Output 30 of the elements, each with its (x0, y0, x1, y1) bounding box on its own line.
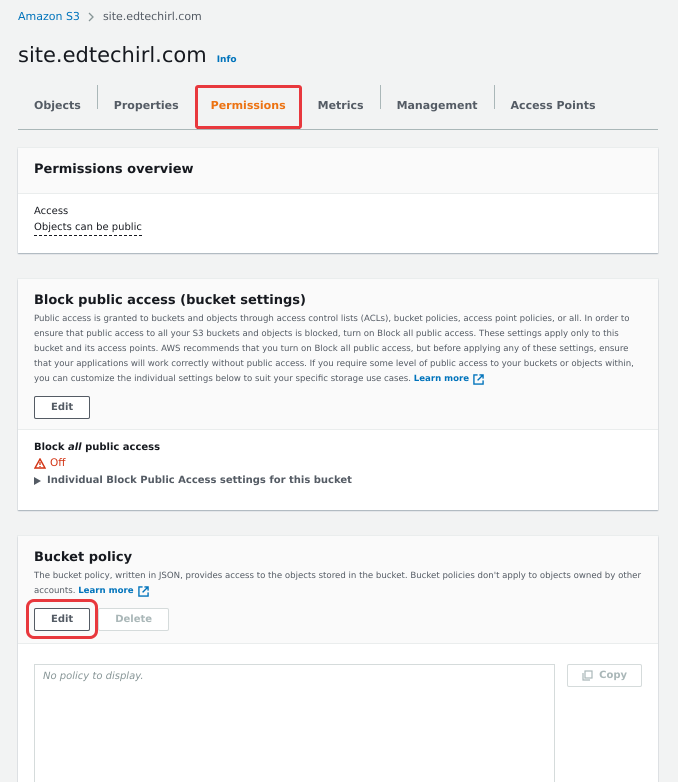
settings-expander[interactable]: Individual Block Public Access settings for this bucket (34, 475, 352, 486)
edit-button[interactable]: Edit (34, 396, 90, 419)
status-text: Off (34, 457, 642, 469)
tab[interactable]: Properties (100, 85, 193, 129)
access-value: Objects can be public (34, 222, 142, 236)
learn-more-link[interactable]: Learn more (78, 584, 149, 599)
card-description: The bucket policy, written in JSON, provides access to the objects stored in the bucket. Bucket policies don't apply to objects owned by other accounts. Learn more (34, 569, 642, 599)
tab[interactable]: Management (382, 85, 492, 129)
access-label: Access (34, 206, 70, 217)
info-link[interactable]: Info (216, 55, 237, 65)
setting-label: Block all public access (34, 442, 162, 453)
tab[interactable]: Access Points (496, 85, 610, 129)
caret-icon (34, 476, 41, 484)
policy-field[interactable]: No policy to display. (34, 664, 556, 782)
tab[interactable]: Objects (20, 85, 95, 129)
learn-more-link[interactable]: Learn more (414, 372, 484, 387)
edit-button[interactable]: Edit (34, 608, 90, 631)
breadcrumb-current: site.edtechirl.com (102, 10, 202, 23)
tab[interactable]: Metrics (304, 85, 378, 129)
warning-icon (34, 458, 46, 468)
chevron-right-icon (88, 12, 95, 22)
card-title: Permissions overview (34, 162, 195, 177)
external-link-icon (473, 374, 484, 385)
external-link-icon (138, 586, 149, 597)
copy-icon (582, 670, 594, 681)
card-description: Public access is granted to buckets and objects through access control lists (ACLs), bucket policies, access point policies, or all. In order to ensure that public access to all your S3 buckets and objects is blocked, turn on Block all public access. These settings apply only to this bucket and its access points. AWS recommends that you turn on Block all public access, but before applying any of these settings, ensure that your applications will work correctly without public access. If you require some level of public access to your buckets or objects within, you can customize the individual settings below to suit your specific storage use cases. Learn more (34, 312, 642, 387)
breadcrumb-link[interactable]: Amazon S3 (18, 10, 80, 23)
card-title: Bucket policy (34, 550, 134, 565)
bucket-title: site.edtechirl.com (18, 43, 207, 67)
card-title: Block public access (bucket settings) (34, 293, 307, 308)
